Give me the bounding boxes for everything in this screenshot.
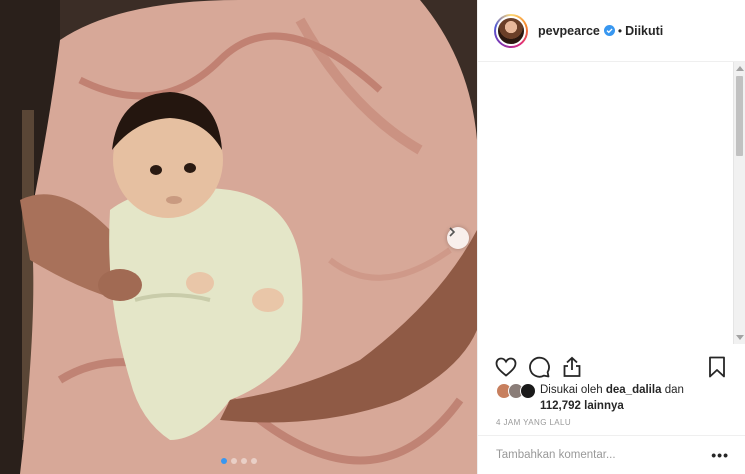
carousel-dot	[250, 458, 257, 464]
liker-username-link[interactable]: dea_dalila	[606, 384, 662, 396]
separator: •	[617, 23, 623, 38]
next-photo-button[interactable]	[447, 227, 469, 249]
likes-conjunction: dan	[664, 384, 684, 396]
username-link[interactable]: pevpearce	[538, 24, 600, 38]
liker-avatars	[496, 383, 540, 399]
liker-avatar[interactable]	[520, 383, 536, 399]
bookmark-icon[interactable]	[705, 355, 729, 379]
carousel-dot	[220, 458, 227, 464]
scrollbar-thumb[interactable]	[736, 76, 743, 156]
follow-status-button[interactable]: Diikuti	[625, 24, 663, 38]
share-icon[interactable]	[560, 355, 584, 379]
carousel-indicator	[0, 458, 477, 464]
post-photo[interactable]	[0, 0, 477, 474]
comments-scrollbar[interactable]	[733, 62, 745, 344]
likes-summary: Disukai oleh dea_dalila dan 112,792 lain…	[496, 382, 736, 414]
carousel-dot	[230, 458, 237, 464]
avatar[interactable]	[494, 13, 528, 48]
comments-area	[478, 62, 745, 344]
post-timestamp[interactable]: 4 JAM YANG LALU	[496, 418, 571, 427]
heart-icon[interactable]	[494, 355, 518, 379]
likes-text: Disukai oleh dea_dalila dan 112,792 lain…	[540, 382, 684, 414]
comment-icon[interactable]	[527, 355, 551, 379]
photo-illustration	[0, 0, 477, 474]
chevron-right-icon	[449, 227, 456, 237]
post-actions	[494, 354, 729, 380]
scroll-down-icon[interactable]	[736, 335, 744, 340]
post-side-panel: pevpearce • Diikuti Disukai oleh dea_dal…	[477, 0, 745, 474]
more-options-button[interactable]: •••	[711, 447, 729, 463]
post-header: pevpearce • Diikuti	[478, 0, 745, 62]
verified-badge-icon	[603, 25, 615, 36]
likes-count-link[interactable]: 112,792 lainnya	[540, 400, 624, 412]
likes-prefix: Disukai oleh	[540, 384, 603, 396]
carousel-dot	[240, 458, 247, 464]
comment-bar: •••	[478, 435, 745, 474]
comment-input[interactable]	[496, 449, 712, 461]
scroll-up-icon[interactable]	[736, 66, 744, 71]
